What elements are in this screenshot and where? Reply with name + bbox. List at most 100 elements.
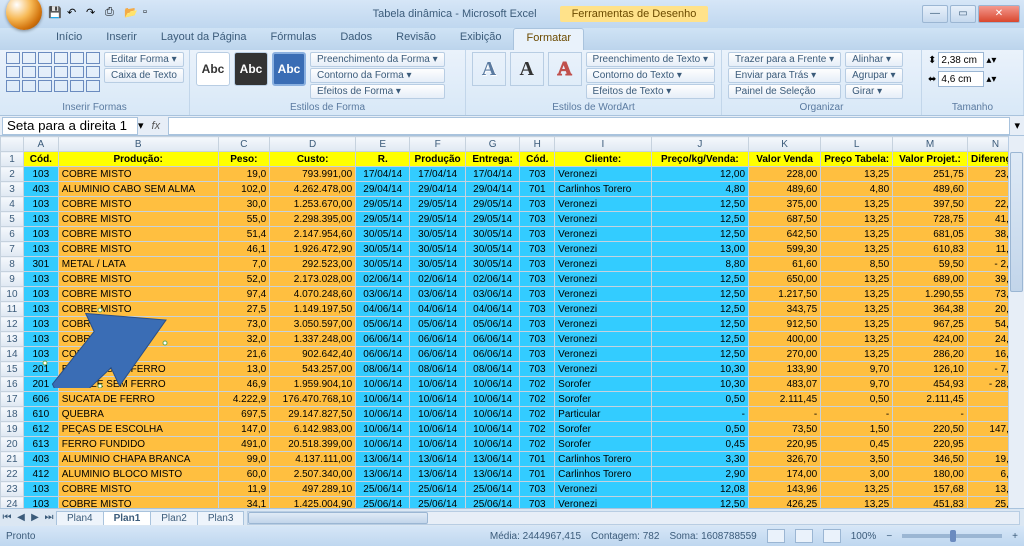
- table-header-cell[interactable]: Peso:: [218, 152, 270, 167]
- row-header[interactable]: 2: [1, 167, 24, 182]
- row-header[interactable]: 13: [1, 332, 24, 347]
- undo-icon[interactable]: ↶: [67, 6, 83, 22]
- cell[interactable]: 346,50: [893, 452, 968, 467]
- cell[interactable]: 103: [23, 347, 58, 362]
- cell[interactable]: 06/06/14: [356, 347, 410, 362]
- cell[interactable]: 3,30: [651, 452, 748, 467]
- cell[interactable]: 02/06/14: [465, 272, 520, 287]
- wordart-swatch[interactable]: A: [548, 52, 582, 86]
- cell[interactable]: 103: [23, 167, 58, 182]
- wordart-swatch[interactable]: A: [472, 52, 506, 86]
- cell[interactable]: 12,08: [651, 482, 748, 497]
- minimize-button[interactable]: —: [922, 5, 948, 23]
- cell[interactable]: FERRO FUNDIDO: [58, 437, 218, 452]
- cell[interactable]: 06/06/14: [465, 347, 520, 362]
- text-fill-button[interactable]: Preenchimento de Texto ▾: [586, 52, 715, 67]
- cell[interactable]: 30/05/14: [410, 242, 465, 257]
- cell[interactable]: Sorofer: [555, 422, 652, 437]
- cell[interactable]: 703: [520, 482, 555, 497]
- row-header[interactable]: 11: [1, 302, 24, 317]
- cell[interactable]: 220,95: [893, 437, 968, 452]
- textbox-button[interactable]: Caixa de Texto: [104, 68, 184, 83]
- row-header[interactable]: 10: [1, 287, 24, 302]
- cell[interactable]: 0,50: [651, 422, 748, 437]
- cell[interactable]: 06/06/14: [465, 332, 520, 347]
- cell[interactable]: 51,4: [218, 227, 270, 242]
- cell[interactable]: 30/05/14: [410, 227, 465, 242]
- row-header[interactable]: 4: [1, 197, 24, 212]
- cell[interactable]: 599,30: [749, 242, 821, 257]
- selection-pane-button[interactable]: Painel de Seleção: [728, 84, 841, 99]
- tab-inserir[interactable]: Inserir: [94, 28, 149, 50]
- cell[interactable]: COBRE MISTO: [58, 272, 218, 287]
- cell[interactable]: 4.222,9: [218, 392, 270, 407]
- cell[interactable]: 4.262.478,00: [270, 182, 356, 197]
- cell[interactable]: 12,00: [651, 167, 748, 182]
- edit-shape-button[interactable]: Editar Forma ▾: [104, 52, 184, 67]
- cell[interactable]: 02/06/14: [410, 272, 465, 287]
- cell[interactable]: PEÇAS DE ESCOLHA: [58, 422, 218, 437]
- cell[interactable]: 326,70: [749, 452, 821, 467]
- cell[interactable]: 12,50: [651, 332, 748, 347]
- cell[interactable]: COBRE MISTO: [58, 227, 218, 242]
- row-header[interactable]: 16: [1, 377, 24, 392]
- cell[interactable]: 681,05: [893, 227, 968, 242]
- tab-formatar[interactable]: Formatar: [513, 28, 584, 50]
- cell[interactable]: 3.050.597,00: [270, 317, 356, 332]
- cell[interactable]: Veronezi: [555, 317, 652, 332]
- cell[interactable]: 147,0: [218, 422, 270, 437]
- cell[interactable]: 60,0: [218, 467, 270, 482]
- cell[interactable]: 489,60: [893, 182, 968, 197]
- table-header-cell[interactable]: Cód.: [520, 152, 555, 167]
- table-header-cell[interactable]: Valor Venda: [749, 152, 821, 167]
- cell[interactable]: 12,50: [651, 347, 748, 362]
- cell[interactable]: 04/06/14: [465, 302, 520, 317]
- cell[interactable]: 1.290,55: [893, 287, 968, 302]
- col-header[interactable]: J: [651, 137, 748, 152]
- cell[interactable]: 1.959.904,10: [270, 377, 356, 392]
- cell[interactable]: 375,00: [749, 197, 821, 212]
- row-header[interactable]: 22: [1, 467, 24, 482]
- cell[interactable]: 103: [23, 242, 58, 257]
- cell[interactable]: 12,50: [651, 227, 748, 242]
- cell[interactable]: COBRE MISTO: [58, 242, 218, 257]
- shape-effects-button[interactable]: Efeitos de Forma ▾: [310, 84, 445, 99]
- cell[interactable]: 1.253.670,00: [270, 197, 356, 212]
- cell[interactable]: 13,25: [821, 227, 893, 242]
- cell[interactable]: 703: [520, 287, 555, 302]
- row-header[interactable]: 24: [1, 497, 24, 509]
- cell[interactable]: 55,0: [218, 212, 270, 227]
- cell[interactable]: 2.173.028,00: [270, 272, 356, 287]
- cell[interactable]: 10/06/14: [465, 377, 520, 392]
- normal-view-button[interactable]: [767, 529, 785, 543]
- cell[interactable]: 29/05/14: [356, 212, 410, 227]
- cell[interactable]: 103: [23, 302, 58, 317]
- shape-fill-button[interactable]: Preenchimento da Forma ▾: [310, 52, 445, 67]
- cell[interactable]: SUCATA DE FERRO: [58, 392, 218, 407]
- row-header[interactable]: 20: [1, 437, 24, 452]
- tab-revisão[interactable]: Revisão: [384, 28, 448, 50]
- col-header[interactable]: D: [270, 137, 356, 152]
- cell[interactable]: 703: [520, 332, 555, 347]
- cell[interactable]: ALUMINIO CHAPA BRANCA: [58, 452, 218, 467]
- cell[interactable]: 251,75: [893, 167, 968, 182]
- cell[interactable]: COBRE MISTO: [58, 287, 218, 302]
- cell[interactable]: 17/04/14: [465, 167, 520, 182]
- cell[interactable]: Carlinhos Torero: [555, 452, 652, 467]
- shape-style-swatch[interactable]: Abc: [196, 52, 230, 86]
- sheet-tab-plan1[interactable]: Plan1: [103, 511, 152, 525]
- cell[interactable]: 103: [23, 332, 58, 347]
- cell[interactable]: 03/06/14: [356, 287, 410, 302]
- cell[interactable]: 25/06/14: [356, 497, 410, 509]
- cell[interactable]: 59,50: [893, 257, 968, 272]
- cell[interactable]: 702: [520, 422, 555, 437]
- cell[interactable]: Sorofer: [555, 377, 652, 392]
- cell[interactable]: 13,25: [821, 287, 893, 302]
- cell[interactable]: 701: [520, 182, 555, 197]
- cell[interactable]: 30/05/14: [356, 227, 410, 242]
- cell[interactable]: 201: [23, 362, 58, 377]
- cell[interactable]: 703: [520, 272, 555, 287]
- cell[interactable]: Veronezi: [555, 167, 652, 182]
- cell[interactable]: 403: [23, 452, 58, 467]
- col-header[interactable]: G: [465, 137, 520, 152]
